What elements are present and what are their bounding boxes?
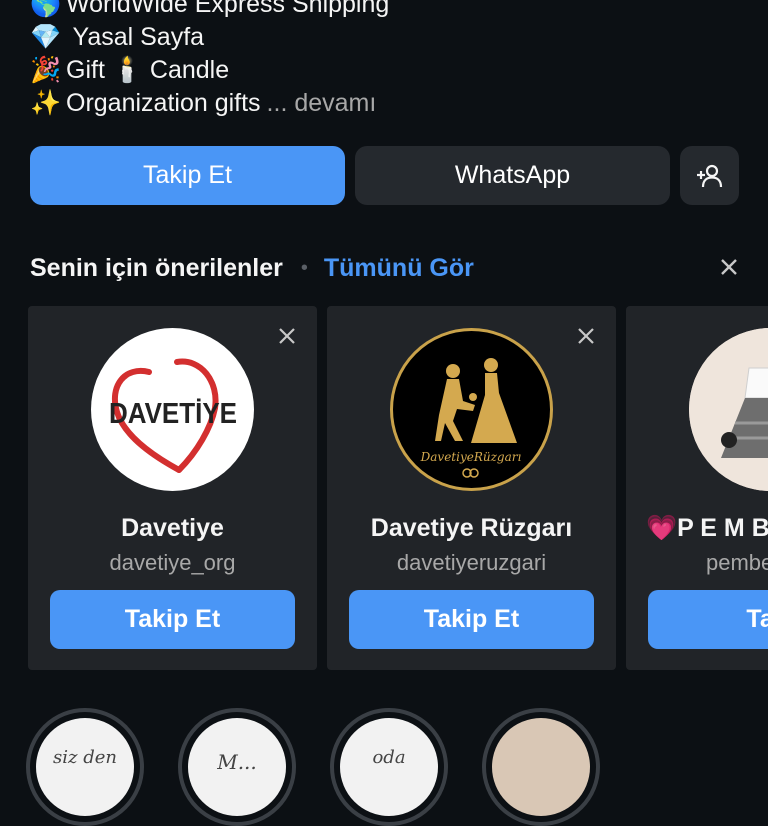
suggestion-card: 💗P E M B pembe Taki: [626, 306, 768, 670]
globe-icon: 🌎: [30, 0, 62, 18]
highlight-cover: M...: [188, 718, 286, 816]
suggestion-name[interactable]: 💗P E M B: [646, 514, 768, 543]
separator-dot: •: [300, 256, 308, 279]
highlight-cover: siz den: [36, 718, 134, 816]
avatar[interactable]: DavetiyeRüzgarı: [390, 328, 553, 491]
highlight-text: siz den: [53, 746, 117, 768]
follow-button[interactable]: Takip Et: [50, 590, 295, 649]
bio-line-shipping: 🌎 WorldWide Express Shipping: [30, 0, 389, 21]
highlight-cover: oda: [340, 718, 438, 816]
follow-button[interactable]: Takip Et: [349, 590, 594, 649]
gem-icon: 💎: [30, 23, 62, 51]
suggestion-handle: pembe: [706, 550, 768, 575]
add-person-button[interactable]: [680, 146, 739, 205]
suggestion-card: DAVETİYE Davetiye davetiye_org Takip Et: [28, 306, 317, 670]
bio-line-text: WorldWide Express Shipping: [66, 0, 390, 18]
suggestion-card: DavetiyeRüzgarı Davetiye Rüzgarı davetiy…: [327, 306, 616, 670]
avatar[interactable]: [689, 328, 768, 491]
close-icon: [578, 328, 594, 344]
suggestion-handle: davetiyeruzgari: [396, 550, 547, 575]
logo-text: DAVETİYE: [109, 398, 237, 430]
suggestion-handle: davetiye_org: [109, 550, 236, 575]
dismiss-card-button[interactable]: [576, 326, 596, 351]
close-icon: [279, 328, 295, 344]
bio-line-gift: 🎉 Gift 🕯️ Candle: [30, 54, 389, 87]
bio-more-link[interactable]: ... devamı: [267, 89, 377, 117]
highlight-item[interactable]: [482, 708, 600, 826]
bio-line-text: Gift 🕯️ Candle: [66, 56, 230, 84]
dismiss-card-button[interactable]: [277, 326, 297, 351]
davetiye-ruzgari-logo: DavetiyeRüzgarı: [420, 358, 522, 478]
whatsapp-button[interactable]: WhatsApp: [355, 146, 670, 205]
dress-photo: [689, 328, 768, 491]
party-popper-icon: 🎉: [30, 56, 62, 84]
profile-actions: Takip Et WhatsApp: [30, 146, 739, 205]
suggestion-name[interactable]: Davetiye Rüzgarı: [327, 514, 616, 543]
bio-line-text: Yasal Sayfa: [66, 23, 205, 51]
suggestions-carousel[interactable]: DAVETİYE Davetiye davetiye_org Takip Et …: [28, 306, 768, 672]
highlight-item[interactable]: siz den: [26, 708, 144, 826]
story-highlights: siz den M... oda: [26, 708, 768, 826]
suggestions-header: Senin için önerilenler • Tümünü Gör: [30, 250, 740, 286]
bio-line-organization: ✨ Organization gifts... devamı: [30, 87, 389, 120]
bio-line-legal: 💎 Yasal Sayfa: [30, 21, 389, 54]
bio-line-text: Organization gifts: [66, 89, 261, 117]
suggestions-title: Senin için önerilenler: [30, 253, 283, 282]
highlight-text: oda: [372, 746, 406, 768]
highlight-item[interactable]: M...: [178, 708, 296, 826]
add-person-icon: [696, 164, 722, 187]
highlight-item[interactable]: oda: [330, 708, 448, 826]
suggestion-name[interactable]: Davetiye: [28, 514, 317, 543]
davetiye-logo: DAVETİYE: [109, 358, 237, 473]
follow-button[interactable]: Taki: [648, 590, 768, 649]
avatar[interactable]: DAVETİYE: [91, 328, 254, 491]
see-all-link[interactable]: Tümünü Gör: [324, 254, 474, 283]
close-suggestions-button[interactable]: [718, 256, 740, 283]
highlight-cover: [492, 718, 590, 816]
highlight-text: M...: [217, 750, 257, 774]
follow-button[interactable]: Takip Et: [30, 146, 345, 205]
close-icon: [721, 259, 737, 275]
sparkles-icon: ✨: [30, 89, 62, 117]
profile-bio: 🌎 WorldWide Express Shipping 💎 Yasal Sayf…: [30, 0, 389, 120]
logo-text: DavetiyeRüzgarı: [420, 450, 522, 464]
